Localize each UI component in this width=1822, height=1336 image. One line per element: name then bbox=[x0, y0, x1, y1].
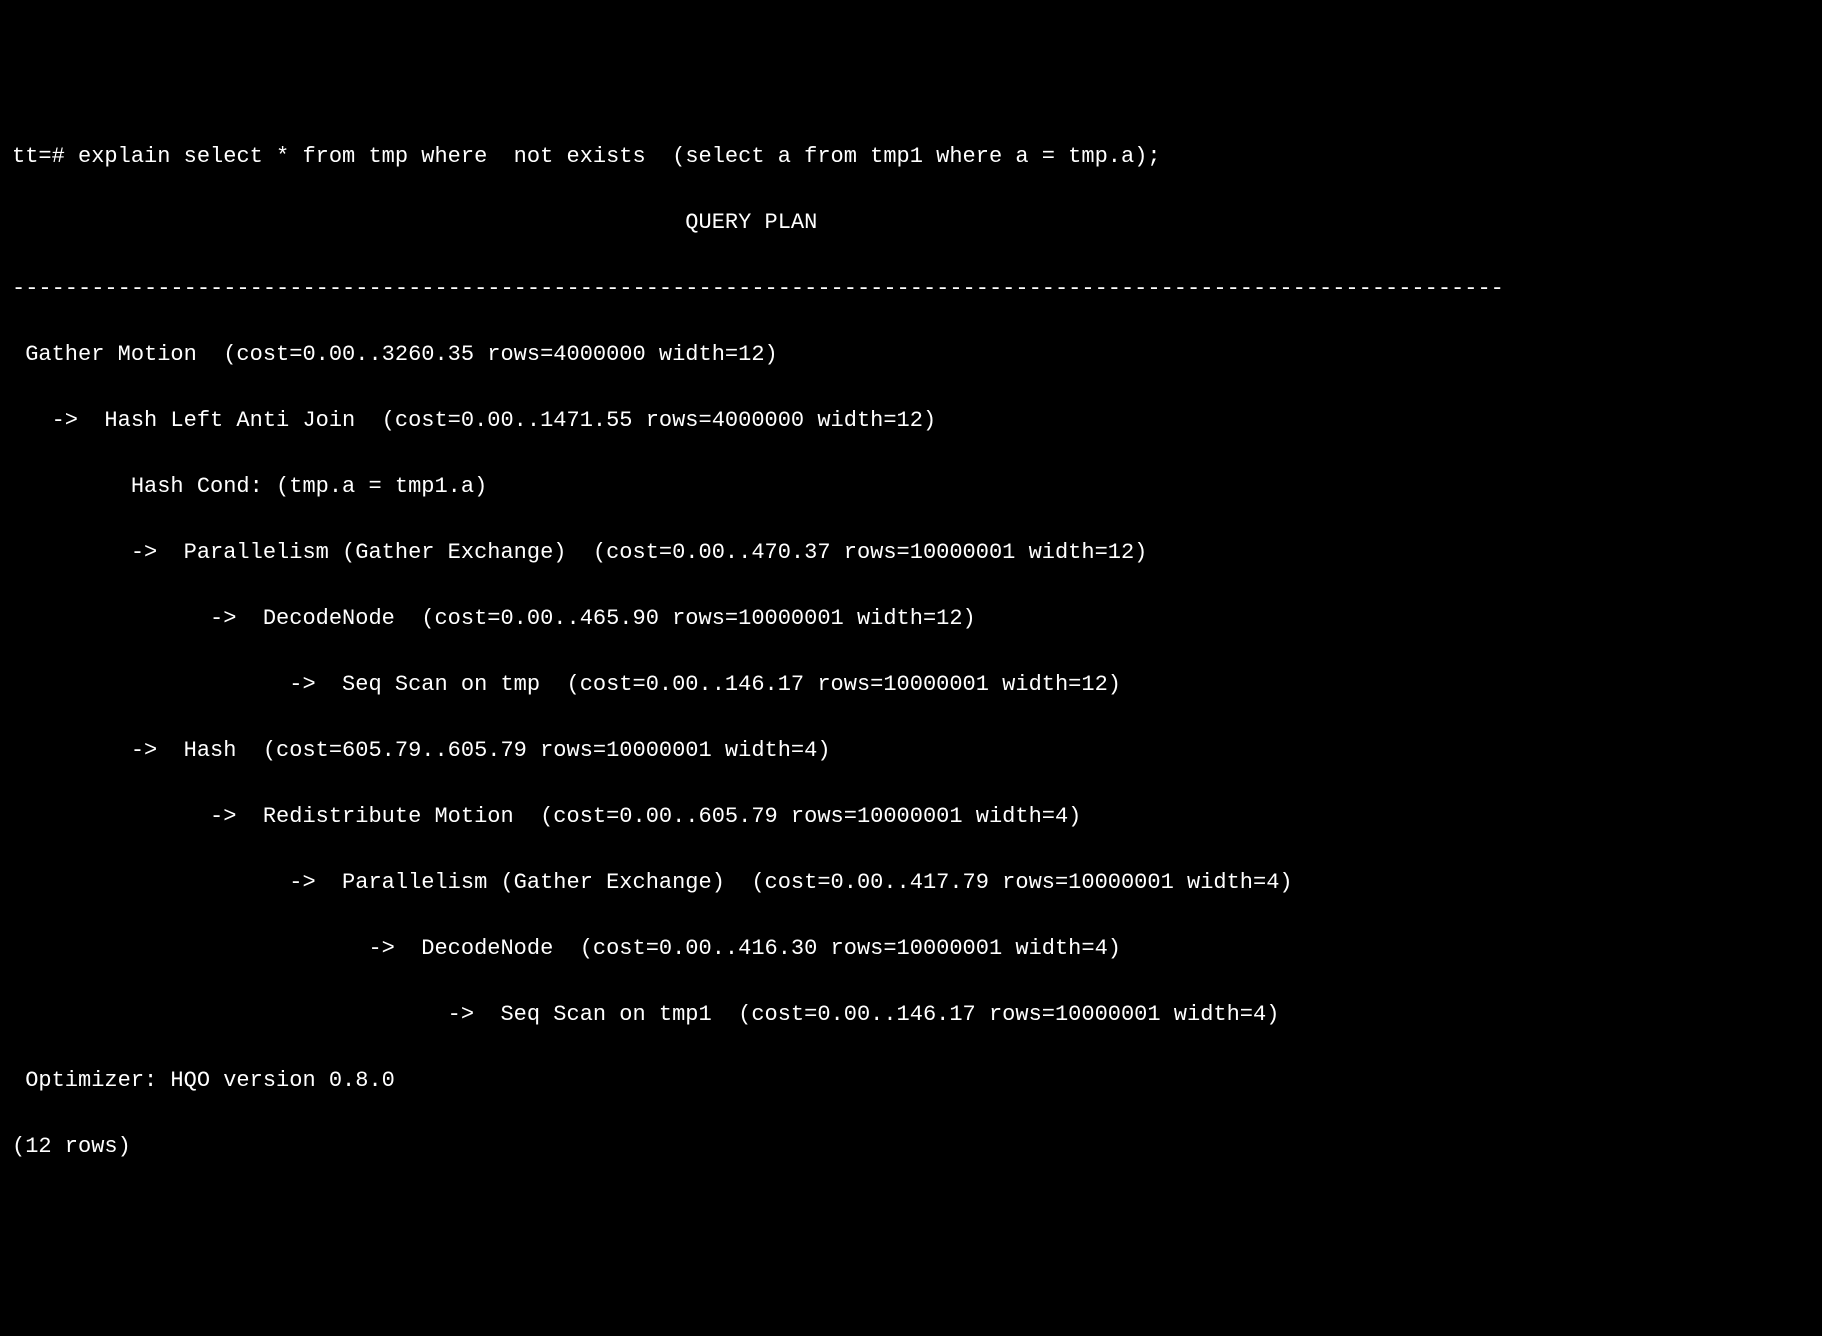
plan-line: -> Hash Left Anti Join (cost=0.00..1471.… bbox=[12, 404, 1810, 437]
sql-command: explain select * from tmp where not exis… bbox=[78, 144, 1161, 169]
plan-line: -> Parallelism (Gather Exchange) (cost=0… bbox=[12, 536, 1810, 569]
plan-line: -> DecodeNode (cost=0.00..465.90 rows=10… bbox=[12, 602, 1810, 635]
plan-line: Optimizer: HQO version 0.8.0 bbox=[12, 1064, 1810, 1097]
plan-line: -> Seq Scan on tmp (cost=0.00..146.17 ro… bbox=[12, 668, 1810, 701]
plan-line: -> Seq Scan on tmp1 (cost=0.00..146.17 r… bbox=[12, 998, 1810, 1031]
command-line: tt=# explain select * from tmp where not… bbox=[12, 140, 1810, 173]
plan-line: -> Hash (cost=605.79..605.79 rows=100000… bbox=[12, 734, 1810, 767]
plan-line: Gather Motion (cost=0.00..3260.35 rows=4… bbox=[12, 338, 1810, 371]
plan-line: -> Parallelism (Gather Exchange) (cost=0… bbox=[12, 866, 1810, 899]
query-plan-title: QUERY PLAN bbox=[12, 206, 1810, 239]
row-count: (12 rows) bbox=[12, 1130, 1810, 1163]
prompt: tt=# bbox=[12, 144, 78, 169]
plan-line: Hash Cond: (tmp.a = tmp1.a) bbox=[12, 470, 1810, 503]
plan-line: -> DecodeNode (cost=0.00..416.30 rows=10… bbox=[12, 932, 1810, 965]
separator-line: ----------------------------------------… bbox=[12, 272, 1810, 305]
plan-line: -> Redistribute Motion (cost=0.00..605.7… bbox=[12, 800, 1810, 833]
